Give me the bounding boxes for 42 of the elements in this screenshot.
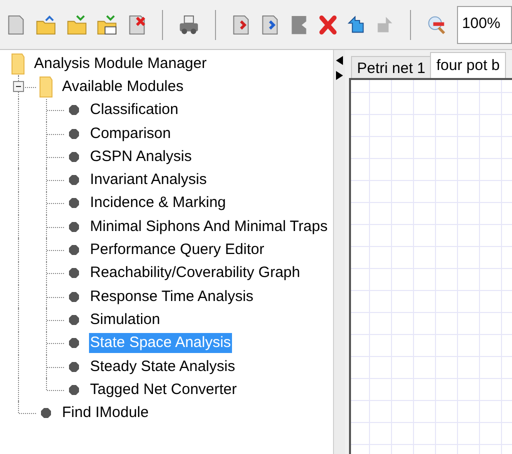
tree-item[interactable]: Reachability/Coverability Graph xyxy=(89,263,302,284)
document-cross-icon[interactable] xyxy=(127,12,148,36)
zoom-field[interactable]: 100% xyxy=(456,6,512,44)
bullet-icon xyxy=(69,128,79,139)
tree-item[interactable]: GSPN Analysis xyxy=(89,146,193,167)
tree-item[interactable]: Steady State Analysis xyxy=(89,356,236,376)
bullet-icon xyxy=(69,245,79,256)
new-document-icon[interactable] xyxy=(6,12,26,36)
left-arrow-icon[interactable] xyxy=(336,56,343,65)
bullet-icon xyxy=(69,152,79,162)
tree-item[interactable]: Available Modules xyxy=(61,76,184,97)
tree-item[interactable]: Find IModule xyxy=(61,403,150,424)
bullet-icon xyxy=(69,384,79,395)
tree-item[interactable]: Simulation xyxy=(89,310,162,330)
tree-item[interactable]: Response Time Analysis xyxy=(89,286,254,307)
bullet-icon xyxy=(69,105,79,116)
bullet-icon xyxy=(69,314,79,325)
tree-item[interactable]: Analysis Module Manager xyxy=(33,54,208,74)
tree-item[interactable]: Minimal Siphons And Minimal Traps xyxy=(89,216,329,237)
folder-icon xyxy=(11,52,25,75)
cross-icon[interactable] xyxy=(318,12,338,36)
tab[interactable]: four pot b xyxy=(430,52,506,78)
tree-item[interactable]: Performance Query Editor xyxy=(89,240,266,260)
tab[interactable]: Petri net 1 xyxy=(351,56,432,78)
tree-item[interactable]: Classification xyxy=(89,100,180,120)
bullet-icon xyxy=(69,292,79,302)
bullet-icon xyxy=(41,408,51,418)
tree-item[interactable]: Tagged Net Converter xyxy=(89,380,238,400)
bullet-icon xyxy=(69,362,79,372)
bullet-icon xyxy=(69,338,79,348)
folder-icon xyxy=(39,76,53,98)
bullet-icon xyxy=(69,222,79,232)
tree-item[interactable]: Incidence & Marking xyxy=(89,193,227,214)
bullet-icon xyxy=(69,175,79,186)
right-arrow-icon[interactable] xyxy=(336,71,343,80)
folder-down-arrow-icon[interactable] xyxy=(66,12,88,36)
tree-item[interactable]: Comparison xyxy=(89,124,172,144)
folder-card-icon[interactable] xyxy=(96,12,118,36)
tree-item[interactable]: Invariant Analysis xyxy=(89,170,208,190)
collapse-icon[interactable] xyxy=(13,81,24,92)
bullet-icon xyxy=(69,198,79,208)
bullet-icon xyxy=(69,268,79,278)
